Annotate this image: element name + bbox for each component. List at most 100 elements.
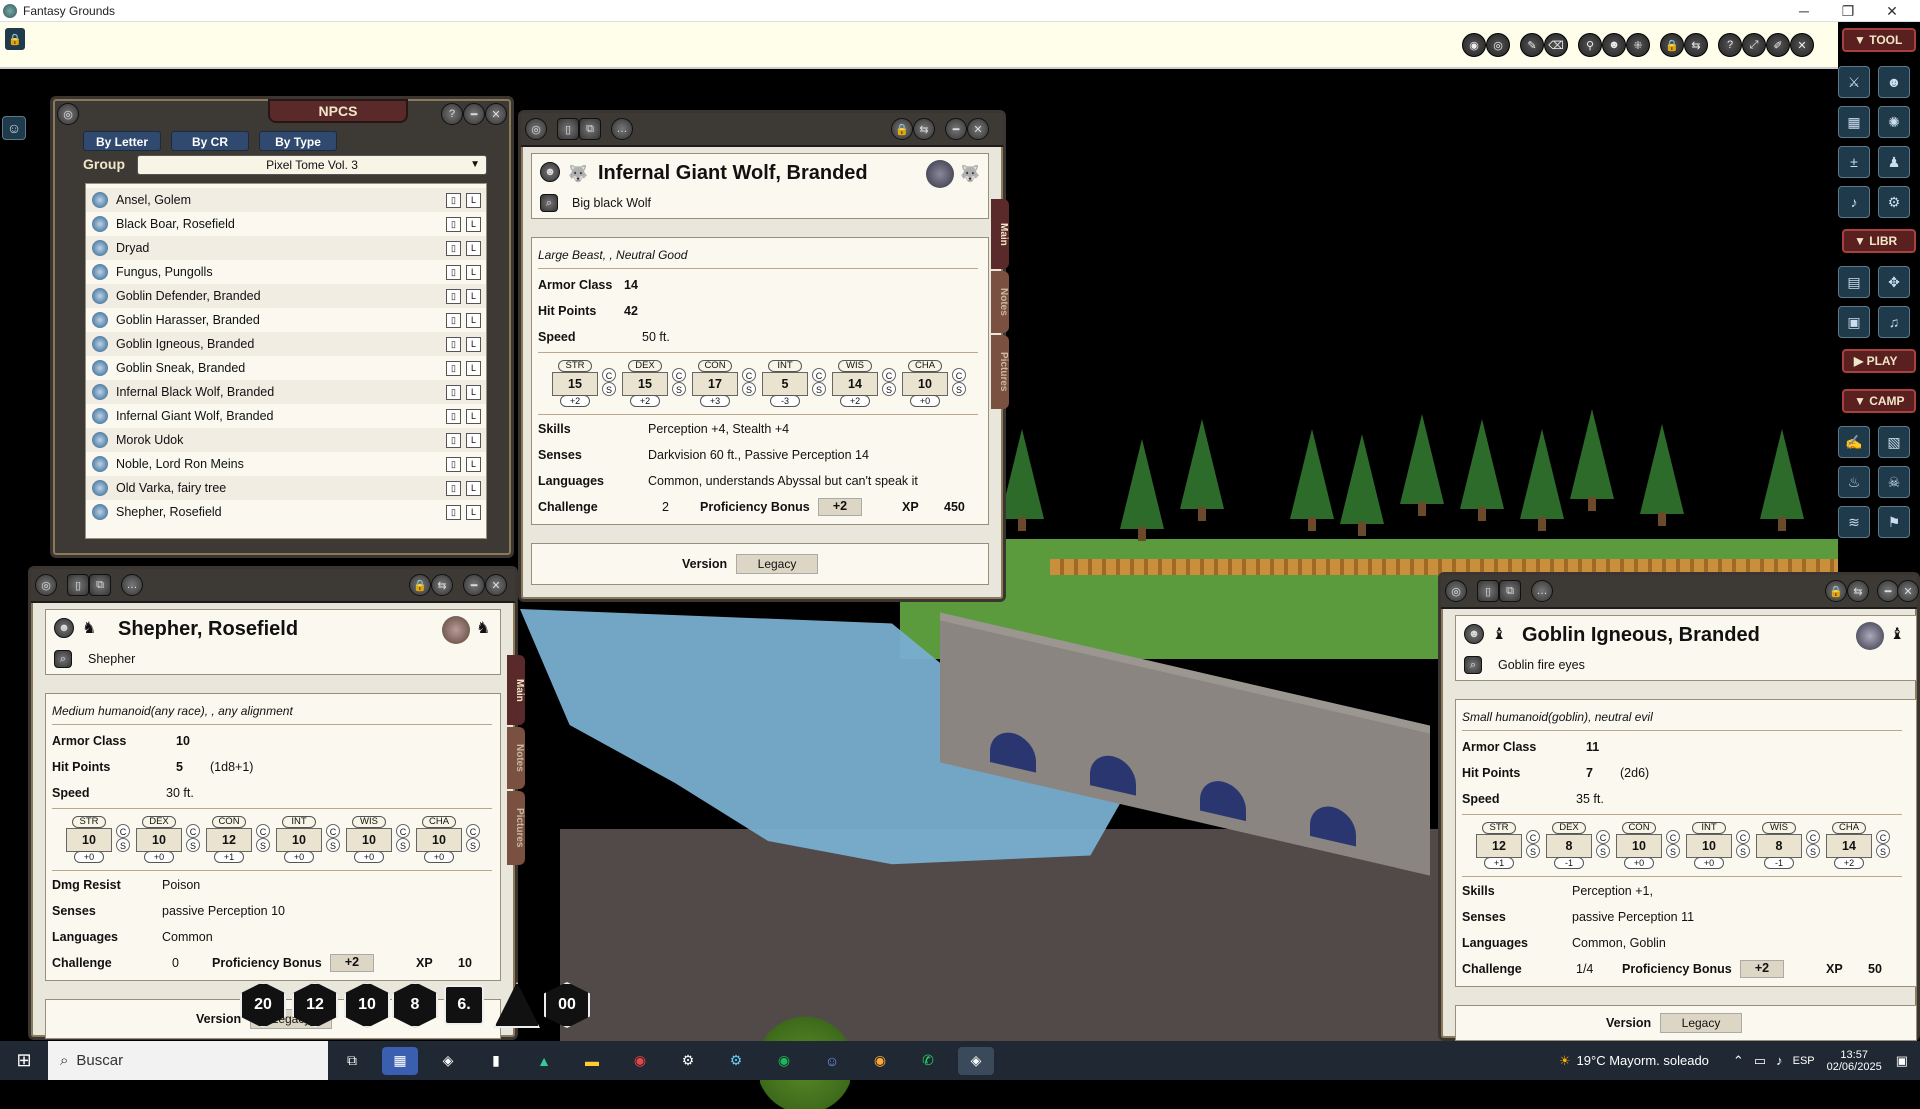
check-button[interactable]: C (952, 368, 966, 382)
portrait-icon[interactable] (1856, 622, 1884, 650)
list-item[interactable]: Goblin Harasser, Branded ▯ L (86, 308, 486, 332)
portrait-icon[interactable] (442, 616, 470, 644)
npc-name[interactable]: Infernal Giant Wolf, Branded (116, 409, 446, 423)
ability-score[interactable]: 12 (206, 828, 252, 852)
armor-class-value[interactable]: 11 (1586, 740, 1599, 754)
assets-icon[interactable]: ▣ (1838, 306, 1870, 338)
target-icon[interactable]: ◎ (1486, 33, 1510, 57)
characters-icon[interactable]: ☻ (1878, 66, 1910, 98)
group-select[interactable]: Pixel Tome Vol. 3 ▼ (137, 155, 487, 175)
npcs-icon[interactable]: ☠ (1878, 466, 1910, 498)
check-button[interactable]: C (1876, 830, 1890, 844)
book-icon[interactable]: ▯ (446, 480, 461, 496)
steam-alt-icon[interactable]: ⚙ (718, 1047, 754, 1075)
book-icon[interactable]: ▯ (446, 288, 461, 304)
book-icon[interactable]: ▯ (557, 118, 579, 140)
magnifier-icon[interactable]: ⌕ (540, 194, 558, 212)
hit-dice[interactable]: (2d6) (1620, 766, 1649, 780)
speed-value[interactable]: 35 ft. (1576, 792, 1604, 806)
ability-score[interactable]: 8 (1756, 834, 1802, 858)
save-button[interactable]: S (672, 382, 686, 396)
weather-text[interactable]: 19°C Mayorm. soleado (1577, 1053, 1709, 1068)
link-button[interactable]: L (466, 312, 481, 328)
modifiers-icon[interactable]: ± (1838, 146, 1870, 178)
npc-name[interactable]: Black Boar, Rosefield (116, 217, 446, 231)
expand-icon[interactable]: ⤢ (1742, 33, 1766, 57)
save-button[interactable]: S (186, 838, 200, 852)
tab-pictures[interactable]: Pictures (991, 335, 1009, 409)
link-button[interactable]: L (466, 384, 481, 400)
lock-icon[interactable]: 🔒 (891, 118, 913, 140)
book-icon[interactable]: ▯ (446, 312, 461, 328)
lock-icon[interactable]: 🔒 (1660, 33, 1684, 57)
share-icon[interactable]: ⇆ (1847, 580, 1869, 602)
portrait-icon[interactable]: ☺ (2, 116, 26, 140)
book-icon[interactable]: ▯ (446, 384, 461, 400)
ability-score[interactable]: 10 (136, 828, 182, 852)
link-button[interactable]: L (466, 216, 481, 232)
tab-by-type[interactable]: By Type (259, 131, 337, 151)
save-button[interactable]: S (1526, 844, 1540, 858)
check-button[interactable]: C (466, 824, 480, 838)
grid-icon[interactable]: ⁜ (1626, 33, 1650, 57)
npc-name[interactable]: Ansel, Golem (116, 193, 446, 207)
hit-points-value[interactable]: 5 (176, 760, 183, 774)
token-icon[interactable]: ♝ (1890, 624, 1904, 644)
portrait-icon[interactable] (926, 160, 954, 188)
close-icon[interactable]: ✕ (1790, 33, 1814, 57)
link-button[interactable]: L (466, 480, 481, 496)
book-icon[interactable]: ▯ (446, 456, 461, 472)
npc-name[interactable]: Goblin Harasser, Branded (116, 313, 446, 327)
ability-score[interactable]: 12 (1476, 834, 1522, 858)
tray-chevron-icon[interactable]: ⌃ (1733, 1053, 1744, 1069)
save-button[interactable]: S (326, 838, 340, 852)
npc-name[interactable]: Old Varka, fairy tree (116, 481, 446, 495)
modules-icon[interactable]: ✥ (1878, 266, 1910, 298)
book-icon[interactable]: ▯ (446, 504, 461, 520)
identify-icon[interactable]: ☻ (1464, 624, 1484, 644)
xp-value[interactable]: 10 (458, 956, 472, 970)
npc-name[interactable]: Fungus, Pungolls (116, 265, 446, 279)
check-button[interactable]: C (116, 824, 130, 838)
check-button[interactable]: C (1806, 830, 1820, 844)
panel-menu-icon[interactable]: ◎ (57, 103, 79, 125)
steam-icon[interactable]: ⚙ (670, 1047, 706, 1075)
ability-score[interactable]: 10 (1616, 834, 1662, 858)
edit-icon[interactable]: ✐ (1766, 33, 1790, 57)
minimize-icon[interactable]: ━ (463, 103, 485, 125)
minimize-icon[interactable]: ━ (1877, 580, 1899, 602)
list-item[interactable]: Ansel, Golem ▯ L (86, 188, 486, 212)
network-icon[interactable]: ▭ (1754, 1053, 1766, 1069)
list-item[interactable]: Infernal Giant Wolf, Branded ▯ L (86, 404, 486, 428)
save-button[interactable]: S (396, 838, 410, 852)
nonid-name[interactable]: Big black Wolf (572, 196, 651, 210)
calendar-icon[interactable]: ▦ (1838, 106, 1870, 138)
xp-value[interactable]: 450 (944, 500, 965, 514)
pencil-icon[interactable]: ✎ (1520, 33, 1544, 57)
book-icon[interactable]: ▯ (446, 432, 461, 448)
combat-icon[interactable]: ⚔ (1838, 66, 1870, 98)
section-tool[interactable]: ▼ TOOL (1842, 28, 1916, 52)
chrome-icon[interactable]: ◉ (622, 1047, 658, 1075)
chrome-profile-icon[interactable]: ◉ (862, 1047, 898, 1075)
list-item[interactable]: Infernal Black Wolf, Branded ▯ L (86, 380, 486, 404)
book-icon[interactable]: ▯ (446, 360, 461, 376)
sound-icon[interactable]: ♫ (1878, 306, 1910, 338)
tab-notes[interactable]: Notes (507, 727, 525, 789)
windows-start-icon[interactable]: ⊞ (0, 1041, 48, 1080)
close-icon[interactable]: ✕ (485, 103, 507, 125)
section-play[interactable]: ▶ PLAY (1842, 349, 1916, 373)
check-button[interactable]: C (1666, 830, 1680, 844)
skills-value[interactable]: Perception +1, (1572, 884, 1653, 898)
save-button[interactable]: S (602, 382, 616, 396)
npc-name[interactable]: Noble, Lord Ron Meins (116, 457, 446, 471)
npc-name[interactable]: Shepher, Rosefield (116, 505, 446, 519)
save-button[interactable]: S (256, 838, 270, 852)
save-button[interactable]: S (1876, 844, 1890, 858)
nonid-name[interactable]: Shepher (88, 652, 135, 666)
npc-name[interactable]: Dryad (116, 241, 446, 255)
app-tile-icon[interactable]: ▦ (382, 1046, 418, 1075)
save-button[interactable]: S (116, 838, 130, 852)
copy-icon[interactable]: ⧉ (579, 118, 601, 140)
ability-score[interactable]: 8 (1546, 834, 1592, 858)
